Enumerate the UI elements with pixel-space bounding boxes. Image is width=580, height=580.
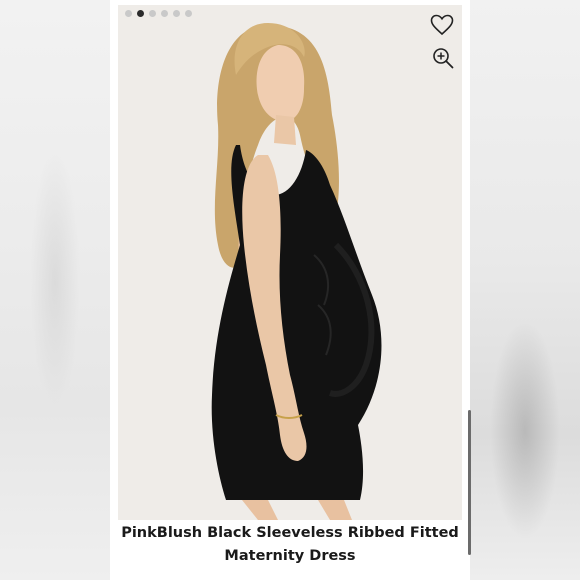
scroll-indicator[interactable]	[468, 410, 471, 555]
blurred-background-right	[470, 0, 580, 580]
zoom-in-icon	[433, 48, 454, 69]
carousel-dot[interactable]	[149, 10, 156, 17]
carousel-dot[interactable]	[161, 10, 168, 17]
blurred-background-left	[0, 0, 110, 580]
product-title: PinkBlush Black Sleeveless Ribbed Fitted…	[121, 525, 459, 564]
product-image[interactable]	[118, 5, 462, 520]
zoom-button[interactable]	[430, 45, 456, 71]
heart-outline-icon	[430, 14, 454, 36]
carousel-dot[interactable]	[125, 10, 132, 17]
carousel-dot[interactable]	[173, 10, 180, 17]
carousel-dot-active[interactable]	[137, 10, 144, 17]
carousel-dots	[125, 10, 192, 17]
carousel-dot[interactable]	[185, 10, 192, 17]
favorite-button[interactable]	[429, 12, 455, 38]
model-photo	[211, 23, 382, 520]
